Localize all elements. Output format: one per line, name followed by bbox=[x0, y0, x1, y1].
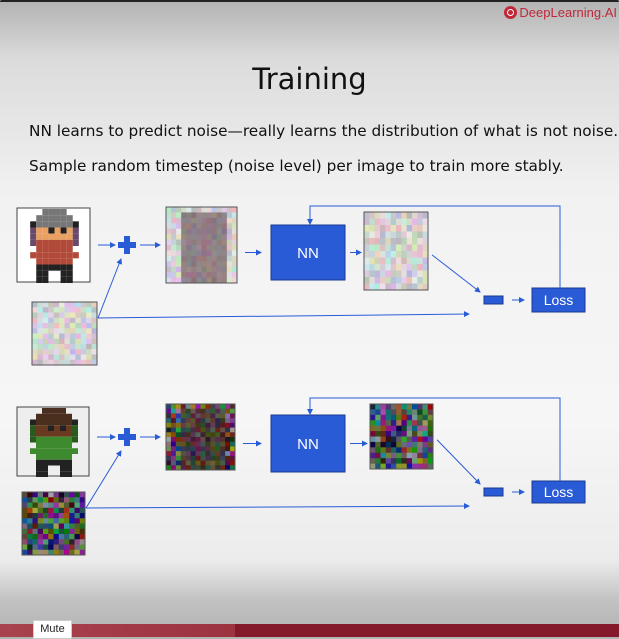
row1-arrow-noise-to-plus bbox=[97, 258, 122, 319]
row1-nn-box-label: NN bbox=[297, 245, 319, 262]
row2-arrow-noise-to-minus bbox=[85, 503, 470, 510]
row1-noisy-image bbox=[165, 206, 238, 284]
row2-arrow-noise-to-plus bbox=[85, 450, 122, 509]
row2-noise-input bbox=[21, 491, 86, 556]
row2-plus-icon bbox=[118, 428, 136, 446]
training-diagram: NN Loss NN Loss bbox=[16, 205, 586, 556]
row2-nn-box: NN bbox=[270, 414, 346, 473]
row2-minus-icon bbox=[483, 487, 504, 497]
row1-minus-icon bbox=[483, 295, 504, 305]
row1-loss-box-label: Loss bbox=[544, 292, 574, 308]
row1-feedback-arrow bbox=[307, 205, 561, 288]
row2-noisy-image bbox=[165, 403, 236, 471]
row2-loss-box-label: Loss bbox=[544, 484, 574, 500]
row1-loss-box: Loss bbox=[531, 287, 586, 313]
row2-loss-box: Loss bbox=[531, 480, 586, 504]
row2-nn-box-label: NN bbox=[297, 436, 319, 453]
row1-nn-box: NN bbox=[270, 224, 346, 281]
row1-arrow-predicted-to-minus bbox=[431, 254, 481, 293]
row1-predicted-noise bbox=[363, 211, 429, 291]
video-progress-bar[interactable] bbox=[0, 624, 619, 637]
row1-noise-input bbox=[31, 301, 98, 366]
row2-input-image bbox=[16, 406, 90, 477]
row1-plus-icon bbox=[118, 236, 136, 254]
mute-tooltip: Mute bbox=[33, 620, 72, 639]
row2-predicted-noise bbox=[369, 403, 434, 470]
row2-arrow-predicted-to-minus bbox=[436, 439, 481, 485]
row1-input-image bbox=[16, 207, 91, 283]
row1-arrow-noise-to-minus bbox=[97, 311, 470, 319]
row2-feedback-arrow bbox=[307, 397, 561, 481]
